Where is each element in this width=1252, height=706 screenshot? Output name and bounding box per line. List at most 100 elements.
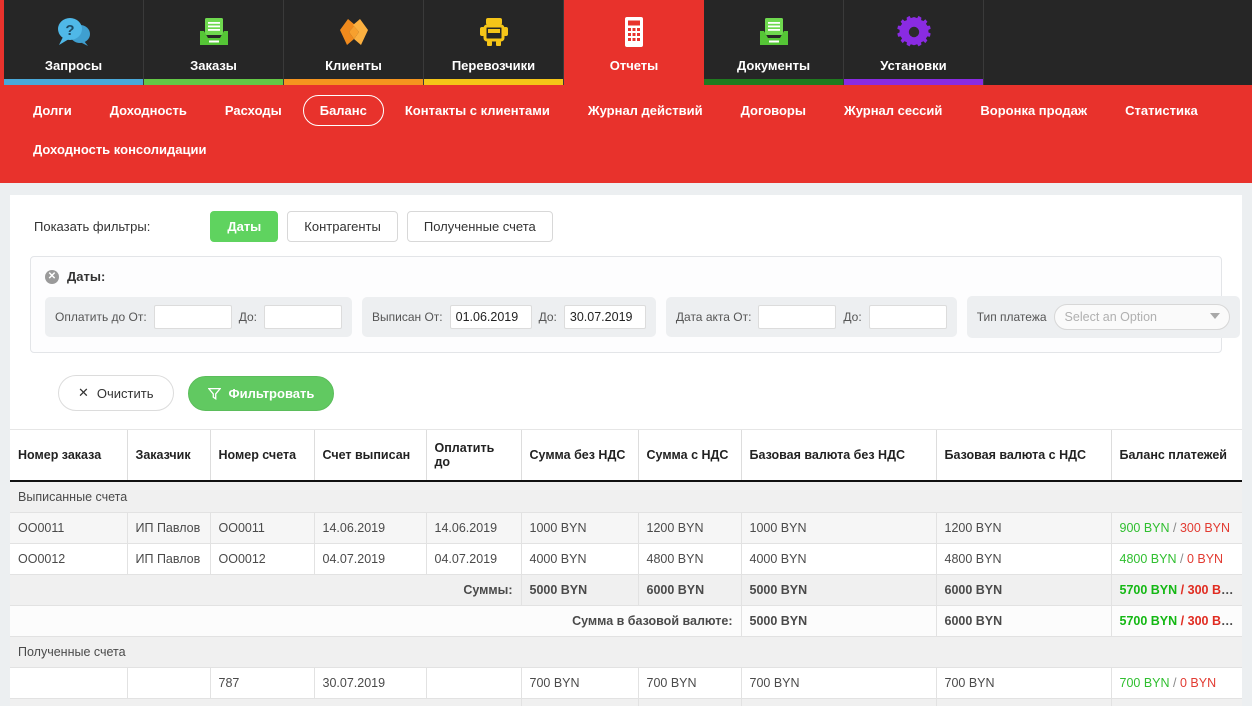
cell-sum-with-vat: 700 BYN (638, 667, 742, 699)
filter-group-pay-until: Оплатить до От: До: (45, 297, 352, 337)
pay-until-to-label: До: (238, 310, 257, 324)
col-base-no-vat[interactable]: Базовая валюта без НДС (741, 430, 937, 482)
nav-item-dokumenty[interactable]: Документы (704, 0, 844, 85)
nav-item-otchety[interactable]: Отчеты (564, 0, 704, 85)
nav-underline (4, 79, 143, 85)
cell-payment-balance: 900 BYN / 300 BYN (1111, 512, 1242, 544)
issued-to-label: До: (538, 310, 557, 324)
nav-item-klienty[interactable]: Клиенты (284, 0, 424, 85)
subnav-item-kontakty[interactable]: Контакты с клиентами (388, 95, 567, 126)
col-base-with-vat[interactable]: Базовая валюта с НДС (936, 430, 1112, 482)
subnav-item-voronka-prodazh[interactable]: Воронка продаж (963, 95, 1104, 126)
subnav-item-zhurnal-deystviy[interactable]: Журнал действий (571, 95, 720, 126)
payment-type-select[interactable]: Select an Option (1053, 304, 1230, 330)
cell-sum-with-vat: 1200 BYN (638, 512, 742, 544)
subnav-item-dolgi[interactable]: Долги (16, 95, 89, 126)
balance-paid: 900 BYN (1119, 521, 1170, 535)
filter-panel-title: Даты: (67, 269, 106, 284)
balance-due: 300 BYN (1187, 614, 1239, 628)
col-sum-no-vat[interactable]: Сумма без НДС (521, 430, 639, 482)
pay-until-to-input[interactable] (263, 305, 342, 329)
cell-base-with-vat: 4800 BYN (936, 543, 1112, 575)
nav-item-perevozchiki[interactable]: Перевозчики (424, 0, 564, 85)
col-invoice-number[interactable]: Номер счета (210, 430, 315, 482)
cell-invoice-number: OO0012 (210, 543, 315, 575)
filter-tab-poluchennye-scheta[interactable]: Полученные счета (406, 211, 553, 242)
cell-base-with-vat: 1200 BYN (936, 512, 1112, 544)
nav-item-zakazy[interactable]: Заказы (144, 0, 284, 85)
filter-panel-header: ✕ Даты: (45, 269, 1207, 284)
act-date-to-input[interactable] (868, 305, 947, 329)
table-row[interactable]: OO0011 ИП Павлов OO0011 14.06.2019 14.06… (10, 512, 1242, 544)
col-order-number[interactable]: Номер заказа (10, 430, 128, 482)
col-sum-with-vat[interactable]: Сумма с НДС (638, 430, 742, 482)
sums-base-with-vat: 700 BYN (936, 698, 1112, 706)
base-no-vat: 5000 BYN (741, 605, 937, 637)
main-navigation: ? Запросы Заказы Клиенты Перевозчики Отч… (0, 0, 1252, 85)
close-icon[interactable]: ✕ (45, 269, 59, 284)
chat-question-icon: ? (52, 10, 96, 54)
filter-tab-daty[interactable]: Даты (210, 211, 279, 242)
balance-separator: / (1173, 676, 1177, 690)
sums-payment-balance: 5700 BYN / 300 BYN (1111, 574, 1242, 606)
nav-underline (564, 79, 704, 85)
calculator-icon (612, 10, 656, 54)
col-customer[interactable]: Заказчик (127, 430, 211, 482)
issued-from-input[interactable] (449, 305, 532, 329)
cell-invoice-number: OO0011 (210, 512, 315, 544)
subnav-item-dohodnost-konsolidacii[interactable]: Доходность консолидации (16, 134, 223, 165)
table-row[interactable]: 787 30.07.2019 700 BYN 700 BYN 700 BYN 7… (10, 667, 1242, 699)
filter-button-label: Фильтровать (228, 385, 315, 401)
cell-pay-until: 04.07.2019 (426, 543, 522, 575)
pay-until-from-input[interactable] (153, 305, 232, 329)
filter-button[interactable]: Фильтровать (187, 375, 335, 411)
subnav-item-rashody[interactable]: Расходы (208, 95, 299, 126)
nav-item-zaprosy[interactable]: ? Запросы (4, 0, 144, 85)
balance-separator: / (1180, 583, 1185, 597)
cell-order-number: OO0012 (10, 543, 128, 575)
col-pay-until[interactable]: Оплатить до (426, 430, 522, 482)
table-row[interactable]: OO0012 ИП Павлов OO0012 04.07.2019 04.07… (10, 543, 1242, 575)
issued-to-input[interactable] (563, 305, 646, 329)
cell-sum-with-vat: 4800 BYN (638, 543, 742, 575)
subnav-row-primary: Долги Доходность Расходы Баланс Контакты… (0, 91, 1252, 130)
report-subnavigation: Долги Доходность Расходы Баланс Контакты… (0, 85, 1252, 183)
clear-button[interactable]: ✕ Очистить (58, 375, 174, 411)
cell-invoice-issued: 04.07.2019 (314, 543, 427, 575)
cell-sum-no-vat: 1000 BYN (521, 512, 639, 544)
cell-customer (127, 667, 211, 699)
balance-due: 0 BYN (1186, 552, 1224, 566)
nav-label: Запросы (44, 58, 103, 73)
filter-groups: Оплатить до От: До: Выписан От: До: Дата… (45, 296, 1240, 338)
nav-label: Установки (880, 58, 947, 73)
nav-item-ustanovki[interactable]: Установки (844, 0, 984, 85)
cell-sum-no-vat: 4000 BYN (521, 543, 639, 575)
payment-type-label: Тип платежа (976, 310, 1047, 324)
nav-label: Перевозчики (451, 58, 536, 73)
balance-table: Номер заказа Заказчик Номер счета Счет в… (10, 430, 1242, 706)
act-date-from-input[interactable] (758, 305, 837, 329)
balance-separator: / (1179, 552, 1184, 566)
payment-type-select-wrap: Select an Option (1053, 304, 1230, 330)
subnav-item-zhurnal-sessiy[interactable]: Журнал сессий (827, 95, 959, 126)
subnav-item-statistika[interactable]: Статистика (1108, 95, 1215, 126)
filter-tab-kontragenty[interactable]: Контрагенты (287, 211, 398, 242)
cell-customer: ИП Павлов (127, 512, 211, 544)
nav-filler (984, 0, 1252, 85)
nav-label: Документы (736, 58, 811, 73)
sums-label: Суммы: (10, 574, 522, 606)
col-payment-balance[interactable]: Баланс платежей (1111, 430, 1242, 482)
table-head: Номер заказа Заказчик Номер счета Счет в… (10, 430, 1242, 482)
nav-underline (844, 79, 983, 85)
section-header-row: Полученные счета (10, 636, 1242, 668)
section-title: Полученные счета (10, 636, 1242, 668)
gear-icon (892, 10, 936, 54)
subnav-item-dohodnost[interactable]: Доходность (93, 95, 204, 126)
sums-sum-with-vat: 700 BYN (638, 698, 742, 706)
cell-payment-balance: 700 BYN / 0 BYN (1111, 667, 1242, 699)
subnav-item-balans[interactable]: Баланс (302, 95, 384, 126)
table-body: Выписанные счета OO0011 ИП Павлов OO0011… (10, 481, 1242, 706)
cell-invoice-number: 787 (210, 667, 315, 699)
col-invoice-issued[interactable]: Счет выписан (314, 430, 427, 482)
subnav-item-dogovory[interactable]: Договоры (724, 95, 823, 126)
